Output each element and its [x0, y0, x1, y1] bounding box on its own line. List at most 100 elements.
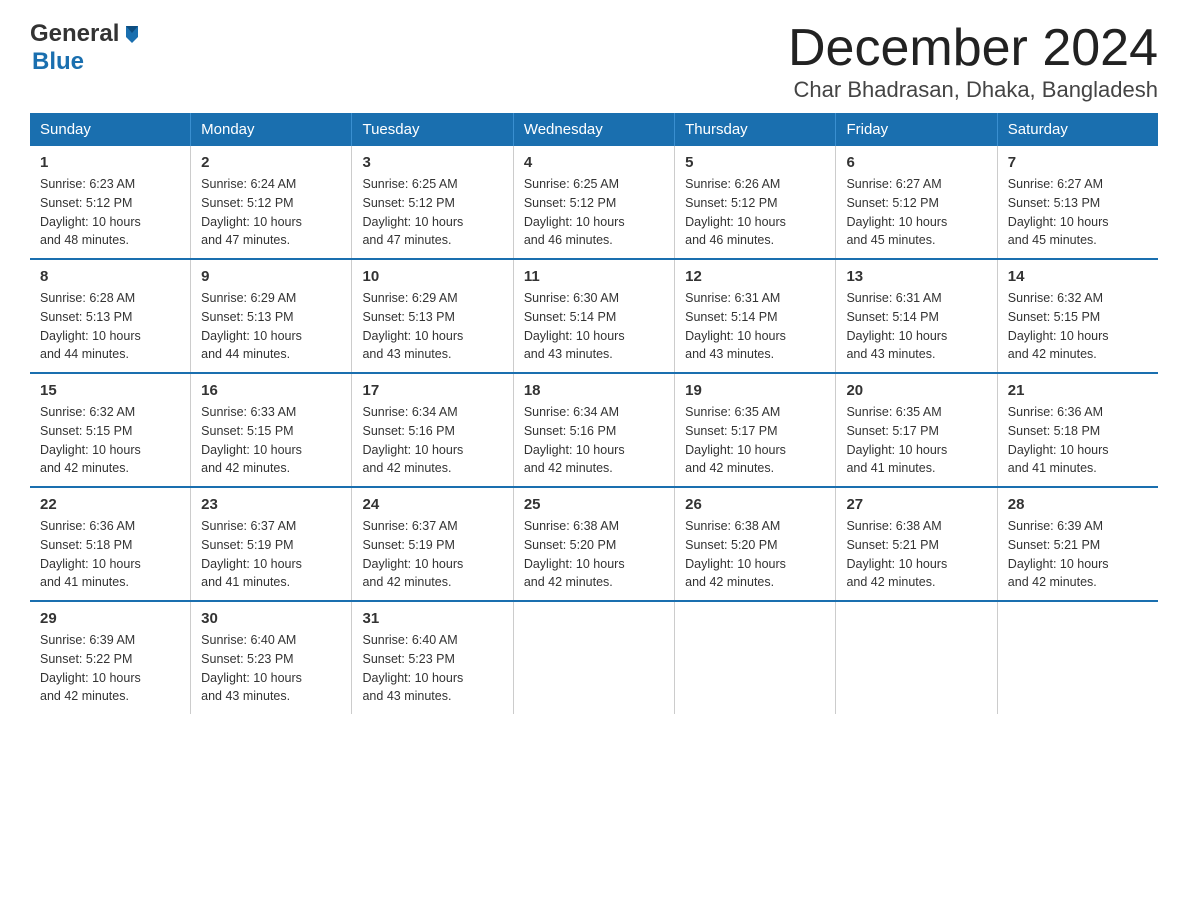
calendar-day-cell	[997, 601, 1158, 714]
day-number: 6	[846, 154, 986, 171]
col-thursday: Thursday	[675, 113, 836, 146]
col-saturday: Saturday	[997, 113, 1158, 146]
day-number: 13	[846, 268, 986, 285]
day-number: 1	[40, 154, 180, 171]
calendar-day-cell: 28 Sunrise: 6:39 AM Sunset: 5:21 PM Dayl…	[997, 487, 1158, 601]
day-number: 28	[1008, 496, 1148, 513]
day-number: 19	[685, 382, 825, 399]
day-number: 27	[846, 496, 986, 513]
calendar-week-row: 22 Sunrise: 6:36 AM Sunset: 5:18 PM Dayl…	[30, 487, 1158, 601]
calendar-day-cell: 2 Sunrise: 6:24 AM Sunset: 5:12 PM Dayli…	[191, 146, 352, 259]
day-info: Sunrise: 6:37 AM Sunset: 5:19 PM Dayligh…	[362, 517, 502, 592]
day-number: 18	[524, 382, 664, 399]
day-info: Sunrise: 6:33 AM Sunset: 5:15 PM Dayligh…	[201, 403, 341, 478]
day-number: 25	[524, 496, 664, 513]
calendar-day-cell: 26 Sunrise: 6:38 AM Sunset: 5:20 PM Dayl…	[675, 487, 836, 601]
calendar-day-cell: 14 Sunrise: 6:32 AM Sunset: 5:15 PM Dayl…	[997, 259, 1158, 373]
col-friday: Friday	[836, 113, 997, 146]
day-info: Sunrise: 6:27 AM Sunset: 5:13 PM Dayligh…	[1008, 175, 1148, 250]
calendar-day-cell: 7 Sunrise: 6:27 AM Sunset: 5:13 PM Dayli…	[997, 146, 1158, 259]
calendar-day-cell	[836, 601, 997, 714]
day-number: 14	[1008, 268, 1148, 285]
day-info: Sunrise: 6:34 AM Sunset: 5:16 PM Dayligh…	[362, 403, 502, 478]
day-number: 9	[201, 268, 341, 285]
calendar-day-cell: 17 Sunrise: 6:34 AM Sunset: 5:16 PM Dayl…	[352, 373, 513, 487]
calendar-day-cell: 12 Sunrise: 6:31 AM Sunset: 5:14 PM Dayl…	[675, 259, 836, 373]
calendar-day-cell: 9 Sunrise: 6:29 AM Sunset: 5:13 PM Dayli…	[191, 259, 352, 373]
title-section: December 2024 Char Bhadrasan, Dhaka, Ban…	[788, 20, 1158, 103]
calendar-day-cell: 22 Sunrise: 6:36 AM Sunset: 5:18 PM Dayl…	[30, 487, 191, 601]
calendar-day-cell: 23 Sunrise: 6:37 AM Sunset: 5:19 PM Dayl…	[191, 487, 352, 601]
calendar-day-cell: 6 Sunrise: 6:27 AM Sunset: 5:12 PM Dayli…	[836, 146, 997, 259]
calendar-day-cell: 19 Sunrise: 6:35 AM Sunset: 5:17 PM Dayl…	[675, 373, 836, 487]
calendar-day-cell: 16 Sunrise: 6:33 AM Sunset: 5:15 PM Dayl…	[191, 373, 352, 487]
day-number: 15	[40, 382, 180, 399]
day-info: Sunrise: 6:37 AM Sunset: 5:19 PM Dayligh…	[201, 517, 341, 592]
col-sunday: Sunday	[30, 113, 191, 146]
calendar-week-row: 1 Sunrise: 6:23 AM Sunset: 5:12 PM Dayli…	[30, 146, 1158, 259]
calendar-day-cell: 3 Sunrise: 6:25 AM Sunset: 5:12 PM Dayli…	[352, 146, 513, 259]
calendar-header-row: Sunday Monday Tuesday Wednesday Thursday…	[30, 113, 1158, 146]
month-title: December 2024	[788, 20, 1158, 77]
calendar-day-cell: 8 Sunrise: 6:28 AM Sunset: 5:13 PM Dayli…	[30, 259, 191, 373]
day-info: Sunrise: 6:40 AM Sunset: 5:23 PM Dayligh…	[201, 631, 341, 706]
day-number: 20	[846, 382, 986, 399]
day-number: 5	[685, 154, 825, 171]
day-info: Sunrise: 6:34 AM Sunset: 5:16 PM Dayligh…	[524, 403, 664, 478]
calendar-day-cell: 11 Sunrise: 6:30 AM Sunset: 5:14 PM Dayl…	[513, 259, 674, 373]
day-info: Sunrise: 6:25 AM Sunset: 5:12 PM Dayligh…	[362, 175, 502, 250]
calendar-day-cell	[513, 601, 674, 714]
calendar-day-cell: 24 Sunrise: 6:37 AM Sunset: 5:19 PM Dayl…	[352, 487, 513, 601]
logo-arrow-icon	[121, 23, 143, 45]
day-info: Sunrise: 6:35 AM Sunset: 5:17 PM Dayligh…	[846, 403, 986, 478]
day-number: 11	[524, 268, 664, 285]
day-info: Sunrise: 6:29 AM Sunset: 5:13 PM Dayligh…	[362, 289, 502, 364]
col-wednesday: Wednesday	[513, 113, 674, 146]
calendar-day-cell: 31 Sunrise: 6:40 AM Sunset: 5:23 PM Dayl…	[352, 601, 513, 714]
day-number: 24	[362, 496, 502, 513]
day-info: Sunrise: 6:28 AM Sunset: 5:13 PM Dayligh…	[40, 289, 180, 364]
calendar-day-cell: 4 Sunrise: 6:25 AM Sunset: 5:12 PM Dayli…	[513, 146, 674, 259]
day-info: Sunrise: 6:25 AM Sunset: 5:12 PM Dayligh…	[524, 175, 664, 250]
day-info: Sunrise: 6:23 AM Sunset: 5:12 PM Dayligh…	[40, 175, 180, 250]
day-info: Sunrise: 6:32 AM Sunset: 5:15 PM Dayligh…	[1008, 289, 1148, 364]
day-number: 30	[201, 610, 341, 627]
day-info: Sunrise: 6:27 AM Sunset: 5:12 PM Dayligh…	[846, 175, 986, 250]
calendar-day-cell: 15 Sunrise: 6:32 AM Sunset: 5:15 PM Dayl…	[30, 373, 191, 487]
day-number: 12	[685, 268, 825, 285]
day-number: 7	[1008, 154, 1148, 171]
day-info: Sunrise: 6:31 AM Sunset: 5:14 PM Dayligh…	[685, 289, 825, 364]
calendar-day-cell: 29 Sunrise: 6:39 AM Sunset: 5:22 PM Dayl…	[30, 601, 191, 714]
logo-general-text: General	[30, 20, 119, 48]
calendar-day-cell: 20 Sunrise: 6:35 AM Sunset: 5:17 PM Dayl…	[836, 373, 997, 487]
day-info: Sunrise: 6:40 AM Sunset: 5:23 PM Dayligh…	[362, 631, 502, 706]
day-info: Sunrise: 6:31 AM Sunset: 5:14 PM Dayligh…	[846, 289, 986, 364]
logo: General Blue	[30, 20, 143, 76]
calendar-day-cell: 5 Sunrise: 6:26 AM Sunset: 5:12 PM Dayli…	[675, 146, 836, 259]
day-info: Sunrise: 6:35 AM Sunset: 5:17 PM Dayligh…	[685, 403, 825, 478]
day-info: Sunrise: 6:39 AM Sunset: 5:22 PM Dayligh…	[40, 631, 180, 706]
day-info: Sunrise: 6:36 AM Sunset: 5:18 PM Dayligh…	[40, 517, 180, 592]
day-number: 23	[201, 496, 341, 513]
day-number: 2	[201, 154, 341, 171]
location-title: Char Bhadrasan, Dhaka, Bangladesh	[788, 77, 1158, 103]
day-number: 17	[362, 382, 502, 399]
col-tuesday: Tuesday	[352, 113, 513, 146]
day-info: Sunrise: 6:38 AM Sunset: 5:20 PM Dayligh…	[524, 517, 664, 592]
calendar-day-cell: 27 Sunrise: 6:38 AM Sunset: 5:21 PM Dayl…	[836, 487, 997, 601]
day-info: Sunrise: 6:32 AM Sunset: 5:15 PM Dayligh…	[40, 403, 180, 478]
day-info: Sunrise: 6:36 AM Sunset: 5:18 PM Dayligh…	[1008, 403, 1148, 478]
day-info: Sunrise: 6:29 AM Sunset: 5:13 PM Dayligh…	[201, 289, 341, 364]
col-monday: Monday	[191, 113, 352, 146]
day-number: 22	[40, 496, 180, 513]
calendar-day-cell: 21 Sunrise: 6:36 AM Sunset: 5:18 PM Dayl…	[997, 373, 1158, 487]
calendar-day-cell: 10 Sunrise: 6:29 AM Sunset: 5:13 PM Dayl…	[352, 259, 513, 373]
day-number: 29	[40, 610, 180, 627]
calendar-day-cell: 18 Sunrise: 6:34 AM Sunset: 5:16 PM Dayl…	[513, 373, 674, 487]
calendar-week-row: 8 Sunrise: 6:28 AM Sunset: 5:13 PM Dayli…	[30, 259, 1158, 373]
calendar-day-cell: 25 Sunrise: 6:38 AM Sunset: 5:20 PM Dayl…	[513, 487, 674, 601]
page-header: General Blue December 2024 Char Bhadrasa…	[30, 20, 1158, 103]
day-number: 16	[201, 382, 341, 399]
day-number: 4	[524, 154, 664, 171]
calendar-day-cell: 30 Sunrise: 6:40 AM Sunset: 5:23 PM Dayl…	[191, 601, 352, 714]
